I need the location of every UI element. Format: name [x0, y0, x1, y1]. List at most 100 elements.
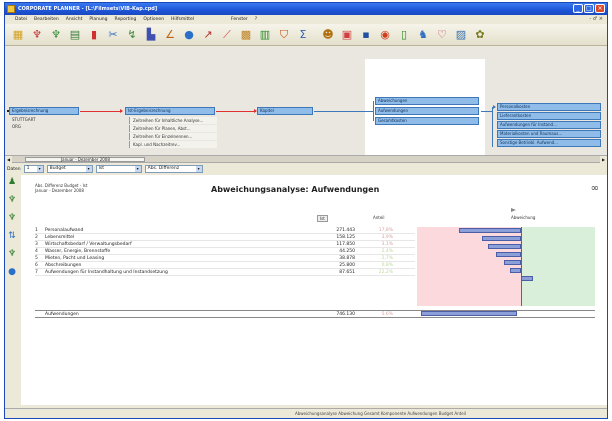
- title-bar[interactable]: CORPORATE PLANNER - [L:\Filmsets\VIB-Kap…: [5, 3, 607, 15]
- table-row[interactable]: 2 Lebensmittel 158.125 3,9%: [35, 234, 415, 241]
- close-button[interactable]: ×: [595, 4, 605, 13]
- menu-item-reporting[interactable]: Reporting: [115, 17, 137, 22]
- document-icon[interactable]: ▯: [397, 28, 411, 42]
- chart-icon[interactable]: ▮: [87, 28, 101, 42]
- filter-icon[interactable]: ⛉: [277, 28, 291, 42]
- row-name: Personalaufwand: [45, 228, 84, 233]
- maximize-button[interactable]: □: [584, 4, 594, 13]
- report-icon[interactable]: ▦: [11, 28, 25, 42]
- mdi-controls[interactable]: - ♂ ×: [589, 16, 603, 22]
- database-icon[interactable]: ▩: [239, 28, 253, 42]
- horizontal-scrollbar[interactable]: ◀ Januar - Dezember 2008 ▶: [5, 155, 607, 163]
- status-text: Abweichungsanalyse Abweichung Gesamt Kom…: [295, 411, 466, 416]
- flow-box-ist-ergebnisrechnung[interactable]: Ist-Ergebnisrechnung: [125, 107, 215, 115]
- table-row[interactable]: 5 Mieten, Pacht und Leasing 38.878 2,7%: [35, 255, 415, 262]
- flow-connector: [216, 111, 256, 112]
- deviation-bar: [482, 236, 521, 241]
- row-pct: 22,2%: [378, 270, 393, 275]
- row-number: 6: [35, 263, 38, 268]
- menu-item-fenster[interactable]: Fenster: [231, 17, 248, 22]
- flow-box-lieferantkosten[interactable]: Lieferantkosten: [497, 112, 601, 120]
- cut-icon[interactable]: ✂: [106, 28, 120, 42]
- table-row[interactable]: 3 Wirtschaftsbedarf / Verwaltungsbedarf 11…: [35, 241, 415, 248]
- flow-box-aufwendungen[interactable]: Aufwendungen: [375, 107, 479, 115]
- scroll-right-icon[interactable]: ▶: [600, 156, 607, 163]
- flow-box-instandhaltung[interactable]: Aufwendungen für Instand...: [497, 121, 601, 129]
- grid-icon[interactable]: ▥: [258, 28, 272, 42]
- flow-box-kapitel[interactable]: Kapitel: [257, 107, 313, 115]
- row-pct: 3,9%: [381, 235, 393, 240]
- people-icon[interactable]: ♞: [416, 28, 430, 42]
- globe-icon[interactable]: ●: [7, 267, 17, 277]
- sigma-icon[interactable]: Σ: [296, 28, 310, 42]
- tree-expand-icon[interactable]: ♆: [7, 249, 17, 259]
- wand-icon[interactable]: ↗: [201, 28, 215, 42]
- flow-box-abweichungen[interactable]: Abweichungen: [375, 97, 479, 105]
- chevron-down-icon[interactable]: ▾: [85, 166, 92, 172]
- flow-box-personalkosten[interactable]: Personalkosten: [497, 103, 601, 111]
- row-value: 87.651: [339, 270, 355, 275]
- minimize-button[interactable]: _: [573, 4, 583, 13]
- glasses-icon[interactable]: ∞: [591, 183, 599, 194]
- save-icon[interactable]: ▪: [359, 28, 373, 42]
- bar-chart-icon[interactable]: ▙: [144, 28, 158, 42]
- tree-alt-icon[interactable]: ♆: [7, 213, 17, 223]
- table-row[interactable]: 6 Abschreibungen 25.800 0,8%: [35, 262, 415, 269]
- heart-icon[interactable]: ♡: [435, 28, 449, 42]
- chevron-down-icon[interactable]: ▾: [36, 166, 43, 172]
- menu-item-help[interactable]: ?: [255, 17, 257, 22]
- flow-box-sonstige[interactable]: Sonstige Betriebl. Aufwend...: [497, 139, 601, 147]
- column-header-value[interactable]: Ist: [317, 215, 328, 222]
- table-row[interactable]: 7 Aufwendungen für Instandhaltung und Ins…: [35, 269, 415, 276]
- person-icon[interactable]: ♟: [7, 177, 17, 187]
- sum-name: Aufwendungen: [45, 312, 79, 317]
- period-select[interactable]: 1 ▾: [23, 165, 44, 173]
- globe-icon[interactable]: ●: [182, 28, 196, 42]
- line-chart-icon[interactable]: ∠: [163, 28, 177, 42]
- chevron-down-icon[interactable]: ▾: [134, 166, 141, 172]
- users-icon[interactable]: ☻: [321, 28, 335, 42]
- menu-item-datei[interactable]: Datei: [15, 17, 27, 22]
- operator-select[interactable]: Ist ▾: [95, 165, 142, 173]
- period-label: Januar - Dezember 2008: [61, 157, 110, 162]
- window-controls: _ □ ×: [573, 4, 605, 13]
- menu-item-bearbeiten[interactable]: Bearbeiten: [34, 17, 59, 22]
- menu-item-hilfsmittel[interactable]: Hilfsmittel: [171, 17, 194, 22]
- flow-box-materialkosten[interactable]: Materialkosten und Raumaus...: [497, 130, 601, 138]
- chevron-right-icon[interactable]: [511, 208, 516, 212]
- menu-item-planung[interactable]: Planung: [89, 17, 107, 22]
- calendar-icon[interactable]: ▣: [340, 28, 354, 42]
- menu-item-ansicht[interactable]: Ansicht: [66, 17, 83, 22]
- flow-item-stuttgart[interactable]: STUTTGART: [9, 116, 79, 123]
- flow-item-zeitreihen-3[interactable]: Zeitreihen für Einzelnennen...: [129, 133, 217, 140]
- unit-select[interactable]: Abs. Differenz ▾: [144, 165, 203, 173]
- tree-icon[interactable]: ♆: [7, 195, 17, 205]
- flow-item-zeitreihen-2[interactable]: Zeitreihen für Planen, Abst...: [129, 125, 217, 132]
- settings-icon[interactable]: ✿: [473, 28, 487, 42]
- mode-select[interactable]: Budget ▾: [46, 165, 93, 173]
- app-icon: [7, 5, 15, 13]
- box-icon[interactable]: ▨: [454, 28, 468, 42]
- tree-add-icon[interactable]: ♆: [49, 28, 63, 42]
- menu-item-optionen[interactable]: Optionen: [143, 17, 164, 22]
- table-icon[interactable]: ▤: [68, 28, 82, 42]
- flow-box-gesamtkosten[interactable]: Gesamtkosten: [375, 117, 479, 125]
- flow-item-org[interactable]: ORG: [9, 123, 79, 130]
- sort-icon[interactable]: ⇅: [7, 231, 17, 241]
- tree-icon[interactable]: ♆: [30, 28, 44, 42]
- trend-icon[interactable]: ⟋: [220, 28, 234, 42]
- report-meta-line: Januar - Dezember 2008: [35, 188, 84, 193]
- link-icon[interactable]: ↯: [125, 28, 139, 42]
- flow-connector: [373, 101, 374, 121]
- scroll-left-icon[interactable]: ◀: [5, 156, 12, 163]
- flow-box-ergebnisrechnung[interactable]: Ergebnisrechnung: [9, 107, 79, 115]
- row-pct: 0,8%: [381, 263, 393, 268]
- flow-item-zeitreihen-1[interactable]: Zeitreihen für Inhaltliche Analyse...: [129, 117, 217, 124]
- flow-connector: [314, 111, 374, 112]
- flow-item-kapl[interactable]: Kapl. und Nachzeitrev...: [129, 141, 217, 148]
- table-row[interactable]: 1 Personalaufwand 271.443 17,8%: [35, 227, 415, 234]
- stop-icon[interactable]: ◉: [378, 28, 392, 42]
- chevron-down-icon[interactable]: ▾: [195, 166, 202, 172]
- flow-arrow: [493, 105, 496, 109]
- table-row[interactable]: 4 Wasser, Energie, Brennstoffe 44.250 2,4%: [35, 248, 415, 255]
